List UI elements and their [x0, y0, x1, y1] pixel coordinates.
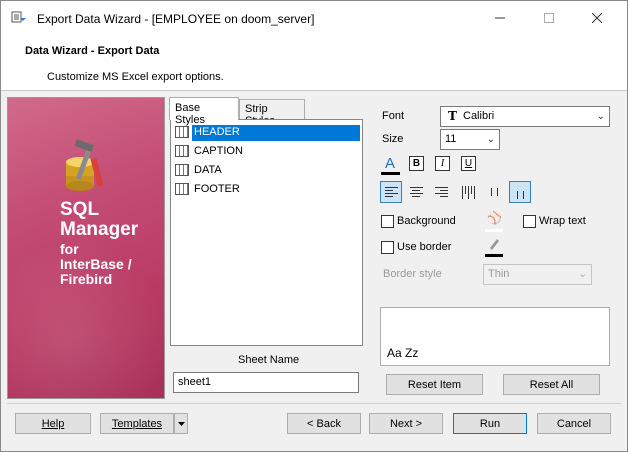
banner-line-4: InterBase /	[60, 256, 132, 272]
run-button[interactable]: Run	[453, 413, 527, 434]
list-item-footer[interactable]: FOOTER	[174, 180, 360, 198]
align-right-button[interactable]	[430, 181, 452, 203]
border-style-value: Thin	[488, 268, 510, 280]
app-icon	[11, 11, 26, 23]
export-wizard-window: Export Data Wizard - [EMPLOYEE on doom_s…	[0, 0, 628, 452]
chevron-down-icon: ⌄	[596, 111, 605, 122]
use-border-label: Use border	[397, 241, 452, 253]
tab-strip-styles[interactable]: Strip Styles	[239, 99, 305, 127]
table-style-icon	[175, 164, 189, 176]
align-left-icon	[384, 186, 398, 198]
size-value: 11	[445, 133, 457, 145]
use-border-checkbox[interactable]	[381, 241, 394, 254]
banner-line-2: Manager	[60, 219, 139, 240]
product-banner: SQL Manager for InterBase / Firebird	[7, 97, 165, 399]
preview-text: Aa Zz	[387, 346, 419, 360]
align-center-button[interactable]	[405, 181, 427, 203]
italic-button[interactable]: I	[435, 156, 450, 171]
chevron-down-icon: ⌄	[578, 269, 587, 280]
reset-all-button[interactable]: Reset All	[503, 374, 600, 395]
help-label: Help	[41, 417, 65, 430]
step-subtitle: Customize MS Excel export options.	[47, 71, 224, 83]
underline-button[interactable]: U	[461, 156, 476, 171]
sheet-name-label: Sheet Name	[238, 354, 300, 366]
font-label: Font	[382, 110, 405, 122]
reset-item-button[interactable]: Reset Item	[386, 374, 483, 395]
fill-bucket-icon[interactable]: ⚾	[487, 211, 502, 225]
maximize-button[interactable]	[526, 5, 572, 31]
font-color-swatch	[381, 172, 400, 175]
database-tools-icon	[66, 139, 104, 191]
font-color-icon: A	[384, 154, 395, 172]
tab-base-styles[interactable]: Base Styles	[169, 97, 239, 126]
banner-line-1: SQL	[60, 199, 100, 220]
align-right-icon	[434, 186, 448, 198]
help-button[interactable]: Help	[15, 413, 91, 434]
background-checkbox[interactable]	[381, 215, 394, 228]
title-bar: Export Data Wizard - [EMPLOYEE on doom_s…	[1, 1, 627, 35]
truetype-font-icon: T	[448, 109, 457, 123]
maximize-icon	[544, 13, 554, 23]
size-label: Size	[382, 133, 404, 145]
font-select[interactable]: T Calibri ⌄	[440, 106, 610, 127]
templates-label: Templates	[111, 417, 163, 430]
pen-icon[interactable]	[487, 237, 501, 251]
window-title: Export Data Wizard - [EMPLOYEE on doom_s…	[37, 12, 315, 26]
align-left-button[interactable]	[380, 181, 402, 203]
align-center-icon	[409, 186, 423, 198]
list-item-label: HEADER	[191, 124, 361, 142]
valign-top-button[interactable]	[457, 181, 479, 203]
size-select[interactable]: 11 ⌄	[440, 129, 500, 150]
templates-button[interactable]: Templates	[100, 413, 174, 434]
background-color-swatch	[485, 229, 503, 232]
font-color-button[interactable]: A	[381, 154, 399, 172]
close-icon	[592, 13, 602, 23]
bold-button[interactable]: B	[409, 156, 424, 171]
border-style-label: Border style	[383, 268, 442, 280]
table-style-icon	[175, 145, 189, 157]
list-item-label: CAPTION	[194, 145, 243, 157]
valign-center-icon	[488, 186, 501, 199]
close-button[interactable]	[574, 5, 620, 31]
step-title: Data Wizard - Export Data	[25, 45, 160, 57]
table-style-icon	[175, 183, 189, 195]
chevron-down-icon: ⌄	[486, 134, 495, 145]
back-button[interactable]: < Back	[287, 413, 361, 434]
valign-center-button[interactable]	[483, 181, 505, 203]
valign-bottom-button[interactable]	[509, 181, 531, 203]
minimize-button[interactable]	[477, 5, 523, 31]
banner-line-5: Firebird	[60, 271, 113, 287]
list-item-data[interactable]: DATA	[174, 161, 360, 179]
list-item-caption[interactable]: CAPTION	[174, 142, 360, 160]
border-style-select[interactable]: Thin ⌄	[483, 264, 592, 285]
wrap-text-checkbox[interactable]	[523, 215, 536, 228]
valign-top-icon	[461, 185, 475, 199]
bottom-divider	[7, 403, 621, 404]
list-item-label: DATA	[194, 164, 222, 176]
wrap-text-label: Wrap text	[539, 215, 586, 227]
cancel-button[interactable]: Cancel	[537, 413, 611, 434]
table-style-icon	[175, 126, 189, 138]
next-button[interactable]: Next >	[369, 413, 443, 434]
banner-line-3: for	[60, 241, 79, 257]
styles-list[interactable]: HEADER CAPTION DATA FOOTER	[170, 119, 363, 346]
dropdown-arrow-icon	[177, 421, 185, 426]
font-value: Calibri	[463, 110, 495, 122]
sheet-name-input[interactable]: sheet1	[173, 372, 359, 393]
list-item-label: FOOTER	[194, 183, 240, 195]
valign-bottom-icon	[514, 186, 527, 199]
product-name: SQL Manager for InterBase / Firebird	[60, 200, 138, 286]
wizard-header: Data Wizard - Export Data Customize MS E…	[1, 35, 627, 91]
minimize-icon	[495, 17, 505, 19]
background-label: Background	[397, 215, 456, 227]
templates-dropdown-button[interactable]	[174, 413, 188, 434]
border-color-swatch	[485, 254, 503, 257]
style-preview: Aa Zz	[380, 307, 610, 366]
